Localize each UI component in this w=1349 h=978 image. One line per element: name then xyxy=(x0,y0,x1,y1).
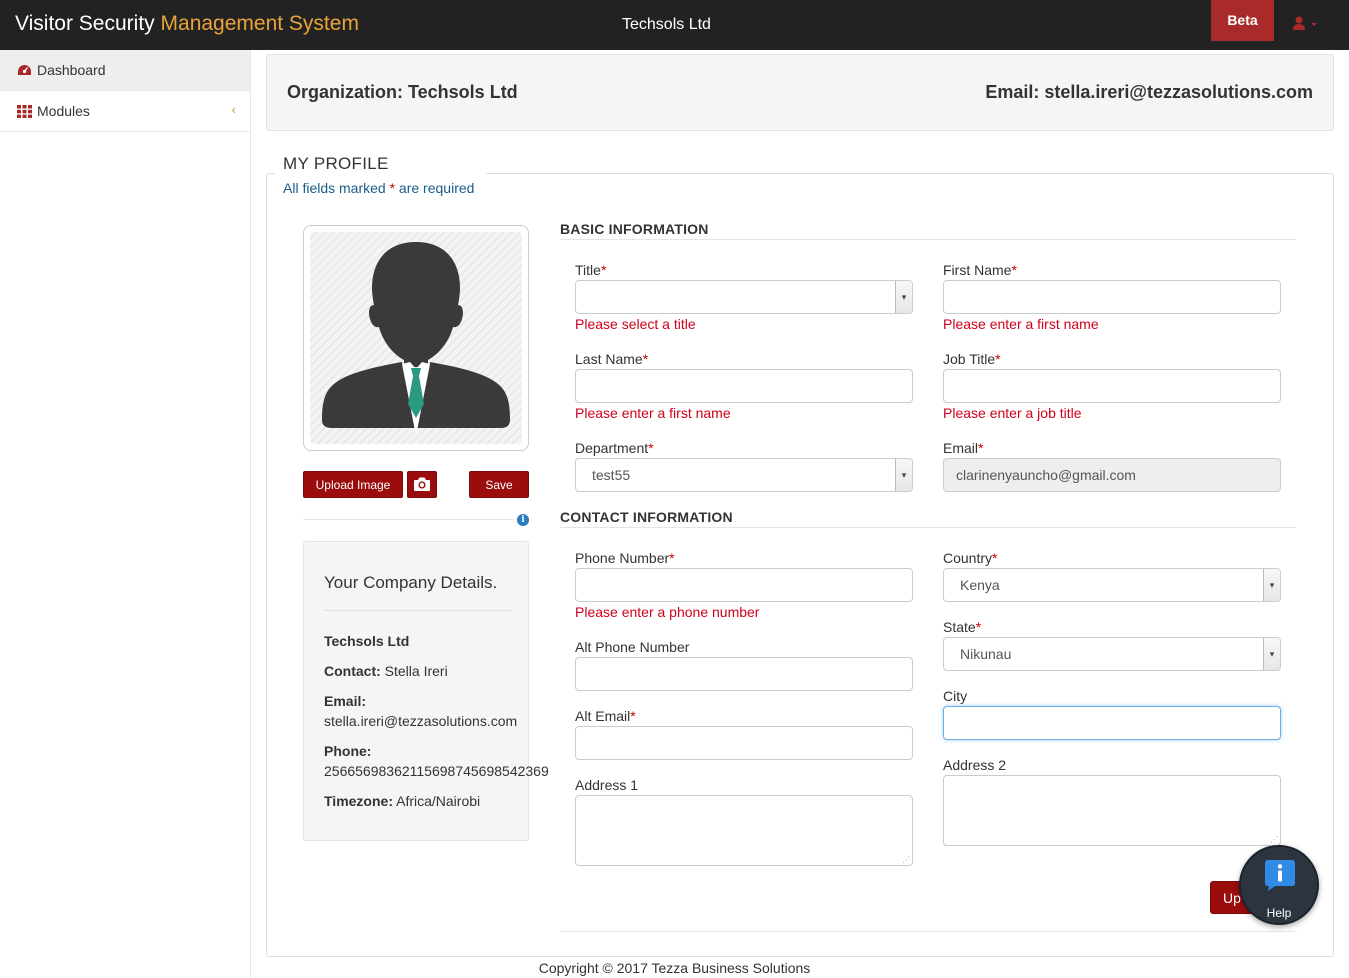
company-timezone: Timezone: Africa/Nairobi xyxy=(324,793,481,809)
last-name-label: Last Name* xyxy=(575,351,649,367)
address-1-textarea[interactable]: ⋰ xyxy=(575,795,913,866)
help-button[interactable]: Help xyxy=(1239,845,1319,925)
chevron-left-icon[interactable]: ‹ xyxy=(232,102,236,117)
phone-number-label: Phone Number* xyxy=(575,550,675,566)
organization-email: Email: stella.ireri@tezzasolutions.com xyxy=(985,82,1313,102)
required-note: All fields marked * are required xyxy=(283,180,475,196)
footer-copyright: Copyright © 2017 Tezza Business Solution… xyxy=(538,960,811,976)
brand-main: Visitor Security xyxy=(15,12,155,35)
alt-email-input[interactable] xyxy=(575,726,913,760)
first-name-error: Please enter a first name xyxy=(943,316,1099,332)
camera-icon xyxy=(414,477,430,491)
user-menu-button[interactable] xyxy=(1292,15,1322,35)
upload-image-button[interactable]: Upload Image xyxy=(303,471,403,498)
state-label: State* xyxy=(943,619,982,635)
address-1-label: Address 1 xyxy=(575,777,639,793)
address-2-label: Address 2 xyxy=(943,757,1007,773)
chevron-down-icon: ▾ xyxy=(895,459,912,491)
brand-accent: Management System xyxy=(160,12,359,35)
phone-number-error: Please enter a phone number xyxy=(575,604,760,620)
top-navbar: Visitor Security Management System Techs… xyxy=(0,0,1349,50)
app-brand[interactable]: Visitor Security Management System xyxy=(15,12,359,36)
company-details-heading: Your Company Details. xyxy=(324,573,498,592)
email-field: clarinenyauncho@gmail.com xyxy=(943,458,1281,492)
resize-grip-icon[interactable]: ⋰ xyxy=(1270,836,1278,844)
sidebar-item-label: Dashboard xyxy=(37,62,106,78)
beta-badge[interactable]: Beta xyxy=(1211,0,1274,41)
title-error: Please select a title xyxy=(575,316,696,332)
company-email-key: Email: xyxy=(324,693,367,709)
camera-button[interactable] xyxy=(407,471,437,498)
organization-bar: Organization: Techsols Ltd Email: stella… xyxy=(266,54,1334,131)
contact-information-heading: CONTACT INFORMATION xyxy=(560,509,733,525)
company-phone-value: 25665698362115698745698542369 xyxy=(324,763,549,779)
job-title-input[interactable] xyxy=(943,369,1281,403)
divider xyxy=(303,519,513,520)
help-label: Help xyxy=(1266,906,1292,920)
country-label: Country* xyxy=(943,550,998,566)
first-name-input[interactable] xyxy=(943,280,1281,314)
title-label: Title* xyxy=(575,262,607,278)
info-icon[interactable]: i xyxy=(517,514,529,526)
last-name-error: Please enter a first name xyxy=(575,405,731,421)
title-select[interactable]: ▾ xyxy=(575,280,913,314)
info-chat-icon xyxy=(1265,860,1295,891)
caret-down-icon xyxy=(1311,23,1317,26)
alt-phone-label: Alt Phone Number xyxy=(575,639,690,655)
avatar xyxy=(303,225,529,451)
job-title-error: Please enter a job title xyxy=(943,405,1082,421)
last-name-input[interactable] xyxy=(575,369,913,403)
company-name: Techsols Ltd xyxy=(324,633,410,649)
country-select[interactable]: Kenya ▾ xyxy=(943,568,1281,602)
organization-name: Organization: Techsols Ltd xyxy=(287,82,518,102)
company-details-card: Your Company Details. Techsols Ltd Conta… xyxy=(303,541,549,841)
state-select[interactable]: Nikunau ▾ xyxy=(943,637,1281,671)
sidebar-item-modules[interactable]: Modules ‹ xyxy=(0,91,250,132)
department-select[interactable]: test55 ▾ xyxy=(575,458,913,492)
address-2-textarea[interactable]: ⋰ xyxy=(943,775,1281,846)
chevron-down-icon: ▾ xyxy=(1263,569,1280,601)
grid-icon xyxy=(17,105,32,118)
basic-information-heading: BASIC INFORMATION xyxy=(560,221,709,237)
company-email-value: stella.ireri@tezzasolutions.com xyxy=(324,713,518,729)
organization-title: Techsols Ltd xyxy=(622,16,711,33)
job-title-label: Job Title* xyxy=(943,351,1001,367)
department-label: Department* xyxy=(575,440,654,456)
resize-grip-icon[interactable]: ⋰ xyxy=(902,856,910,864)
sidebar-item-label: Modules xyxy=(37,103,90,119)
chevron-down-icon: ▾ xyxy=(895,281,912,313)
person-silhouette-icon xyxy=(322,242,510,436)
city-input[interactable] xyxy=(943,706,1281,740)
city-label: City xyxy=(943,688,968,704)
alt-email-label: Alt Email* xyxy=(575,708,636,724)
save-image-button[interactable]: Save xyxy=(469,471,529,498)
user-icon xyxy=(1293,16,1317,30)
phone-number-input[interactable] xyxy=(575,568,913,602)
dashboard-icon xyxy=(18,65,31,75)
sidebar: Dashboard Modules ‹ xyxy=(0,50,251,978)
company-phone-key: Phone: xyxy=(324,743,372,759)
chevron-down-icon: ▾ xyxy=(1263,638,1280,670)
sidebar-item-dashboard[interactable]: Dashboard xyxy=(0,50,250,91)
alt-phone-input[interactable] xyxy=(575,657,913,691)
email-label: Email* xyxy=(943,440,984,456)
first-name-label: First Name* xyxy=(943,262,1017,278)
page-title: MY PROFILE xyxy=(283,154,389,173)
company-contact: Contact: Stella Ireri xyxy=(324,663,448,679)
